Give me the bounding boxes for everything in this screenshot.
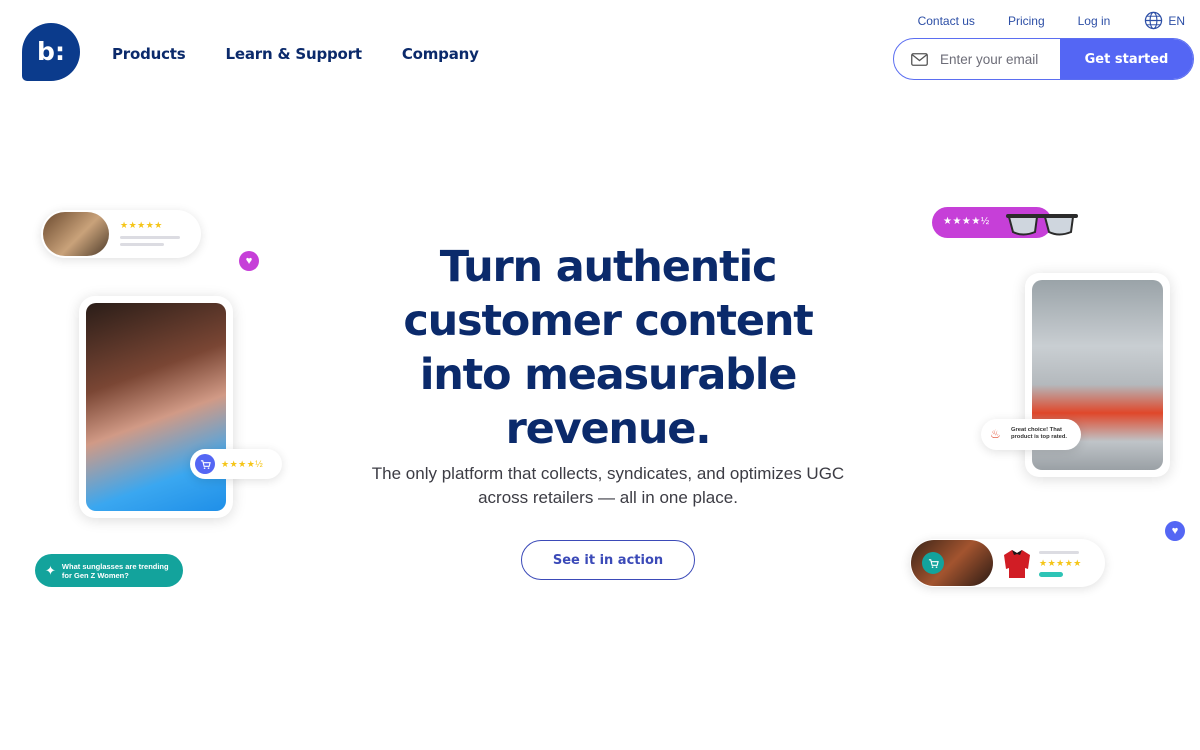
rating-stars: ★★★★½ xyxy=(221,459,264,469)
login-link[interactable]: Log in xyxy=(1078,14,1111,28)
language-label: EN xyxy=(1168,13,1185,28)
language-selector[interactable]: EN xyxy=(1144,11,1185,30)
email-signup-form: Get started xyxy=(893,38,1194,80)
sunglasses-icon xyxy=(1006,214,1078,236)
text-placeholder-bar xyxy=(120,236,180,239)
top-rated-text: Great choice! That product is top rated. xyxy=(1011,427,1068,440)
utility-nav: Contact us Pricing Log in EN xyxy=(918,11,1185,30)
rating-chip: ★★★★½ xyxy=(190,449,282,479)
flame-icon: ♨ xyxy=(990,427,1001,441)
hero-subtitle: The only platform that collects, syndica… xyxy=(371,464,845,507)
top-rated-chip: ♨ Great choice! That product is top rate… xyxy=(981,419,1081,450)
cart-icon xyxy=(922,552,944,574)
sparkle-icon: ✦ xyxy=(45,562,56,578)
jacket-icon xyxy=(1004,550,1030,578)
price-tag-placeholder xyxy=(1039,572,1063,577)
text-placeholder-bar xyxy=(120,243,164,246)
ai-search-chip: ✦ What sunglasses are trending for Gen Z… xyxy=(35,554,183,587)
contact-us-link[interactable]: Contact us xyxy=(918,14,975,28)
makeup-photo xyxy=(86,303,226,511)
hero-title: Turn authentic customer content into mea… xyxy=(403,242,813,454)
text-placeholder-bar xyxy=(1039,551,1079,554)
nav-company[interactable]: Company xyxy=(402,45,479,63)
heart-icon: ♥ xyxy=(1165,521,1185,541)
dog-photo xyxy=(43,212,109,256)
logo-mark-icon: b: xyxy=(22,23,80,81)
nav-learn-support[interactable]: Learn & Support xyxy=(226,45,362,63)
email-input[interactable] xyxy=(940,51,1058,67)
heart-icon: ♥ xyxy=(239,251,259,271)
see-it-in-action-button[interactable]: See it in action xyxy=(521,540,695,580)
brand-logo[interactable]: b: xyxy=(21,22,81,82)
ai-prompt-text: What sunglasses are trending for Gen Z W… xyxy=(61,561,169,580)
review-card-dog: ★★★★★ xyxy=(41,210,201,258)
globe-icon xyxy=(1145,11,1163,30)
get-started-button[interactable]: Get started xyxy=(1060,39,1193,79)
pricing-link[interactable]: Pricing xyxy=(1008,14,1045,28)
nav-products[interactable]: Products xyxy=(112,45,186,63)
email-field-wrapper xyxy=(894,39,1060,79)
main-nav: Products Learn & Support Company xyxy=(112,45,479,63)
cart-icon xyxy=(195,454,215,474)
rating-stars: ★★★★★ xyxy=(1039,558,1082,568)
rating-stars: ★★★★½ xyxy=(943,216,990,227)
svg-text:b:: b: xyxy=(37,37,65,66)
rating-stars: ★★★★★ xyxy=(120,220,163,230)
phone-mockup-makeup xyxy=(79,296,233,518)
envelope-icon xyxy=(911,52,928,66)
review-card-jacket: ★★★★★ xyxy=(910,539,1105,587)
